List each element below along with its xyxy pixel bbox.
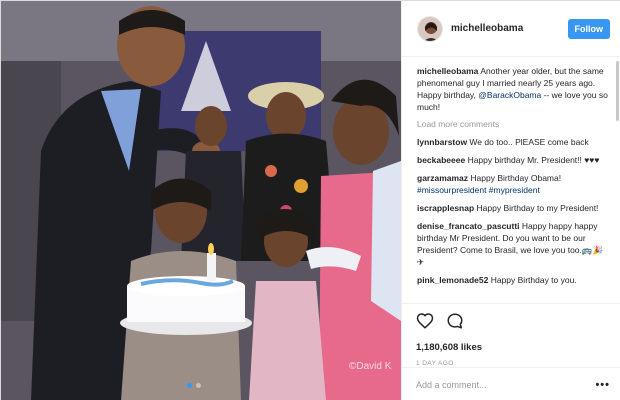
avatar[interactable] bbox=[417, 15, 443, 42]
comment-text: We do too.. PlEASE come back bbox=[467, 137, 589, 147]
birthday-photo-illustration bbox=[1, 1, 401, 400]
header-username[interactable]: michelleobama bbox=[451, 23, 568, 34]
comment-text: Happy Birthday Obama! bbox=[468, 173, 562, 183]
comment-text: Happy birthday Mr. President!! ♥♥♥ bbox=[465, 155, 600, 165]
post-header: michelleobama Follow bbox=[402, 1, 620, 57]
list-item: pink_lemonade52 Happy Birthday to you. bbox=[417, 274, 608, 286]
likes-count[interactable]: 1,180,608 likes bbox=[416, 342, 608, 353]
comment-text: Happy Birthday to my President! bbox=[474, 203, 599, 213]
carousel-dot[interactable] bbox=[196, 383, 201, 388]
carousel-dot-active[interactable] bbox=[187, 383, 192, 388]
photo-watermark: ©David K bbox=[349, 361, 392, 372]
comment-username[interactable]: iscrapplesnap bbox=[417, 203, 474, 213]
instagram-post-modal: ©David K michelleobama Follow michelleob… bbox=[0, 0, 620, 400]
list-item: denise_francato_pascutti Happy happy hap… bbox=[417, 220, 608, 268]
comment-username[interactable]: beckabeeee bbox=[417, 155, 465, 165]
comment-bubble-icon[interactable] bbox=[446, 312, 464, 330]
list-item: lynnbarstow We do too.. PlEASE come back bbox=[417, 136, 608, 148]
more-options-button[interactable]: ••• bbox=[595, 379, 610, 391]
comment-username[interactable]: pink_lemonade52 bbox=[417, 275, 488, 285]
post-side-panel: michelleobama Follow michelleobama Anoth… bbox=[401, 1, 620, 400]
comments-scrollbar[interactable] bbox=[616, 61, 619, 121]
comment-hashtags[interactable]: #missourpresident #mypresident bbox=[417, 185, 540, 195]
comment-text: Happy Birthday to you. bbox=[488, 275, 577, 285]
comment-username[interactable]: denise_francato_pascutti bbox=[417, 221, 520, 231]
add-comment-input[interactable] bbox=[416, 379, 596, 390]
comment-username[interactable]: lynnbarstow bbox=[417, 137, 467, 147]
caption: michelleobama Another year older, but th… bbox=[417, 65, 608, 113]
list-item: garzamamaz Happy Birthday Obama! #missour… bbox=[417, 172, 608, 196]
load-more-comments-link[interactable]: Load more comments bbox=[417, 119, 608, 129]
list-item: iscrapplesnap Happy Birthday to my Presi… bbox=[417, 202, 608, 214]
post-timestamp[interactable]: 1 DAY AGO bbox=[416, 360, 608, 367]
comment-username[interactable]: garzamamaz bbox=[417, 173, 468, 183]
heart-icon[interactable] bbox=[416, 312, 434, 330]
add-comment-bar: ••• bbox=[402, 367, 620, 400]
follow-button[interactable]: Follow bbox=[567, 18, 610, 39]
post-photo[interactable]: ©David K bbox=[1, 1, 401, 400]
carousel-indicator bbox=[187, 383, 201, 388]
comments-list[interactable]: michelleobama Another year older, but th… bbox=[402, 57, 620, 303]
caption-username[interactable]: michelleobama bbox=[417, 66, 478, 76]
avatar-icon bbox=[418, 16, 442, 41]
action-icons bbox=[416, 312, 608, 330]
post-actions: 1,180,608 likes 1 DAY AGO bbox=[402, 303, 620, 367]
list-item: beckabeeee Happy birthday Mr. President!… bbox=[417, 154, 608, 166]
caption-mention-link[interactable]: @BarackObama bbox=[478, 90, 541, 100]
